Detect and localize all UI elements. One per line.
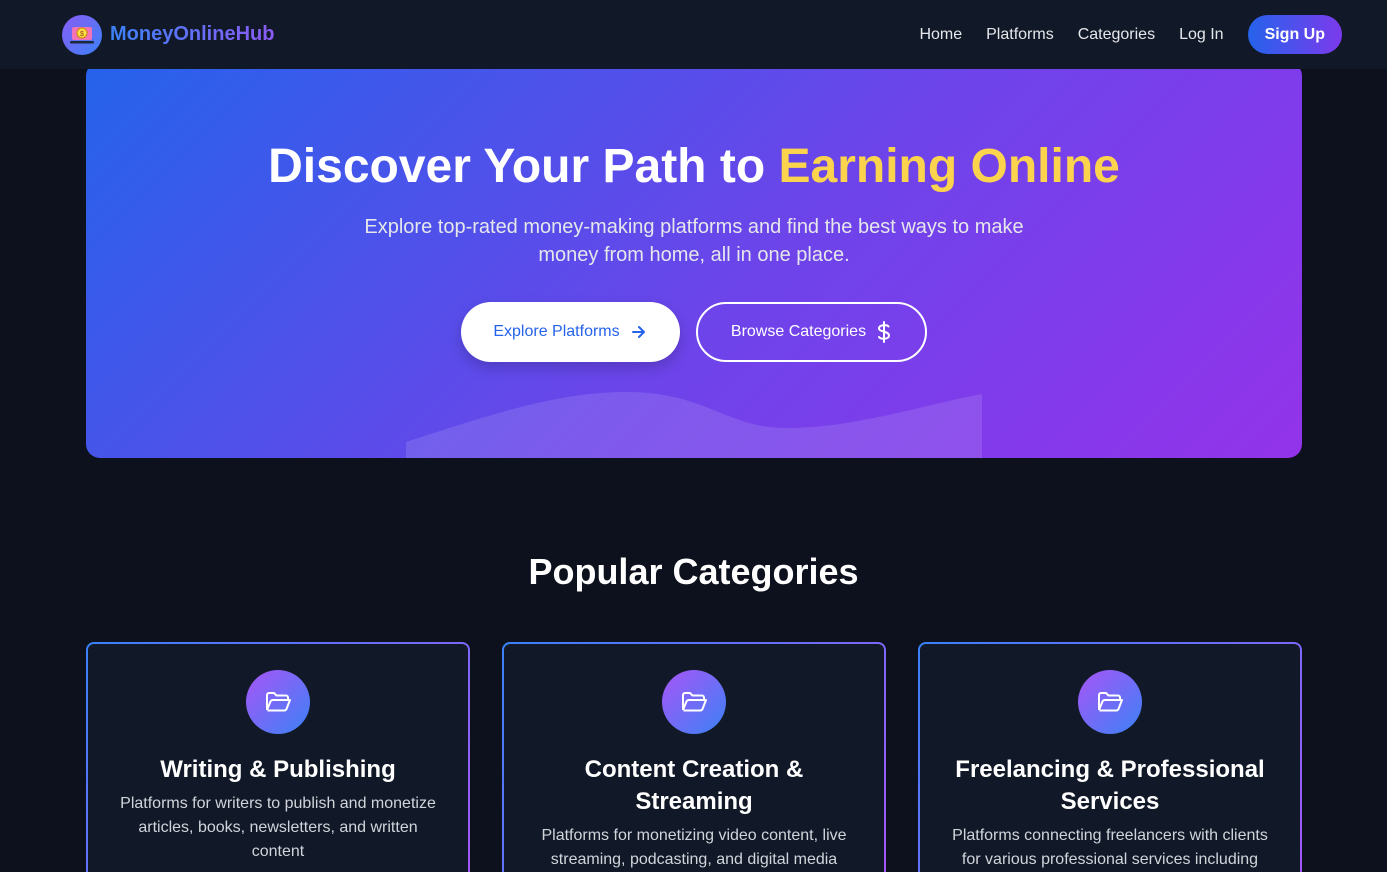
- category-card-description: Platforms for monetizing video content, …: [541, 827, 847, 868]
- hero-wave-decoration: [406, 392, 982, 458]
- brand-logo[interactable]: $ MoneyOnlineHub: [62, 14, 275, 55]
- category-card-title: Freelancing & Professional Services: [955, 756, 1265, 815]
- category-card-content-creation[interactable]: Content Creation & Streaming Platforms f…: [502, 642, 886, 872]
- hero-title: Discover Your Path to Earning Online: [86, 139, 1302, 194]
- hero-title-accent: Earning Online: [778, 140, 1120, 193]
- nav-link-home[interactable]: Home: [919, 26, 962, 44]
- signup-button[interactable]: Sign Up: [1247, 15, 1342, 54]
- category-card-title: Writing & Publishing: [160, 756, 396, 783]
- svg-text:$: $: [80, 31, 84, 38]
- nav-link-login[interactable]: Log In: [1179, 26, 1223, 44]
- explore-platforms-label: Explore Platforms: [493, 323, 620, 340]
- hero-subtitle: Explore top-rated money-making platforms…: [364, 216, 1024, 266]
- top-navbar: $ MoneyOnlineHub Home Platforms Categori…: [0, 0, 1387, 69]
- section-title-popular-categories: Popular Categories: [528, 551, 859, 592]
- folder-open-icon: [662, 670, 726, 734]
- explore-platforms-button[interactable]: Explore Platforms: [461, 302, 680, 362]
- category-card-freelancing[interactable]: Freelancing & Professional Services Plat…: [918, 642, 1302, 872]
- browse-categories-button[interactable]: Browse Categories: [696, 302, 927, 362]
- hero-buttons: Explore Platforms Browse Categories: [86, 302, 1302, 362]
- folder-open-icon: [1078, 670, 1142, 734]
- category-card-description: Platforms for writers to publish and mon…: [120, 795, 436, 860]
- nav-link-categories[interactable]: Categories: [1078, 26, 1155, 44]
- category-card-title: Content Creation & Streaming: [584, 756, 804, 815]
- category-card-description: Platforms connecting freelancers with cl…: [952, 827, 1268, 868]
- brand-name: MoneyOnlineHub: [110, 23, 275, 45]
- arrow-right-icon: [631, 326, 645, 338]
- money-laptop-icon: $: [62, 14, 102, 55]
- category-card-writing[interactable]: Writing & Publishing Platforms for write…: [86, 642, 470, 872]
- hero-banner: Discover Your Path to Earning Online Exp…: [86, 62, 1302, 458]
- folder-open-icon: [246, 670, 310, 734]
- browse-categories-label: Browse Categories: [730, 323, 867, 340]
- nav-link-platforms[interactable]: Platforms: [986, 26, 1054, 44]
- dollar-icon: [878, 321, 891, 343]
- nav-links: Home Platforms Categories Log In Sign Up: [919, 15, 1342, 54]
- hero-title-prefix: Discover Your Path to: [268, 140, 779, 193]
- category-cards: Writing & Publishing Platforms for write…: [86, 642, 1302, 872]
